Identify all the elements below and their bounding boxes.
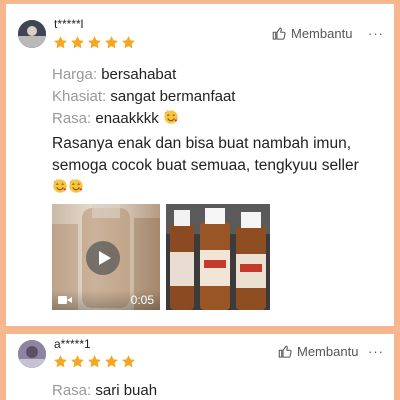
play-icon [99, 251, 111, 265]
thumbs-up-icon [278, 345, 292, 358]
attribute-taste: Rasa: enaakkkk [52, 109, 179, 127]
star-icon [71, 355, 84, 368]
avatar[interactable] [18, 20, 46, 48]
avatar-image [18, 340, 46, 368]
review-text-line: semoga cocok buat semuaa, tengkyuu selle… [52, 157, 359, 174]
review-card: t*****l Membantu ··· Harga: bersahabat K… [6, 4, 394, 326]
attribute-value: bersahabat [101, 66, 177, 83]
play-button[interactable] [86, 241, 120, 275]
helpful-label: Membantu [297, 344, 359, 359]
avatar-image [18, 20, 46, 48]
smiling-face-with-hearts-icon [53, 179, 67, 193]
attribute-efficacy: Khasiat: sangat bermanfaat [52, 88, 235, 105]
avatar[interactable] [18, 340, 46, 368]
star-icon [88, 355, 101, 368]
reviewer-username: t*****l [54, 17, 84, 31]
smiling-face-with-hearts-icon [164, 110, 178, 124]
smiling-face-with-hearts-icon [69, 179, 83, 193]
video-duration: 0:05 [130, 293, 154, 307]
attribute-taste: Rasa: sari buah [52, 382, 157, 399]
review-card: a*****1 Membantu ··· Rasa: sari buah [6, 334, 394, 400]
product-bottles-image [166, 204, 270, 310]
star-icon [54, 36, 67, 49]
video-camera-icon [58, 296, 72, 304]
star-icon [88, 36, 101, 49]
attribute-value: enaakkkk [95, 110, 159, 127]
star-icon [71, 36, 84, 49]
star-icon [105, 36, 118, 49]
review-emojis [52, 177, 394, 199]
star-icon [122, 36, 135, 49]
review-video-thumbnail[interactable]: 0:05 [52, 204, 160, 310]
star-icon [54, 355, 67, 368]
review-text-line: Rasanya enak dan bisa buat nambah imun, [52, 135, 352, 152]
attribute-key: Khasiat: [52, 88, 107, 105]
helpful-button[interactable]: Membantu [272, 26, 352, 41]
attribute-key: Harga: [52, 66, 98, 83]
review-text: Rasanya enak dan bisa buat nambah imun, … [52, 133, 394, 199]
star-rating [53, 35, 136, 50]
star-rating [53, 354, 136, 369]
review-photo-thumbnail[interactable] [166, 204, 270, 310]
thumbs-up-icon [272, 27, 286, 40]
more-options-button[interactable]: ··· [368, 26, 384, 41]
attribute-price: Harga: bersahabat [52, 66, 176, 83]
star-icon [122, 355, 135, 368]
more-options-button[interactable]: ··· [368, 344, 384, 359]
reviewer-username: a*****1 [54, 337, 91, 351]
attribute-value: sangat bermanfaat [110, 88, 236, 105]
helpful-button[interactable]: Membantu [278, 344, 358, 359]
attribute-key: Rasa: [52, 382, 92, 399]
attribute-key: Rasa: [52, 110, 92, 127]
helpful-label: Membantu [291, 26, 353, 41]
star-icon [105, 355, 118, 368]
attribute-value: sari buah [95, 382, 158, 399]
